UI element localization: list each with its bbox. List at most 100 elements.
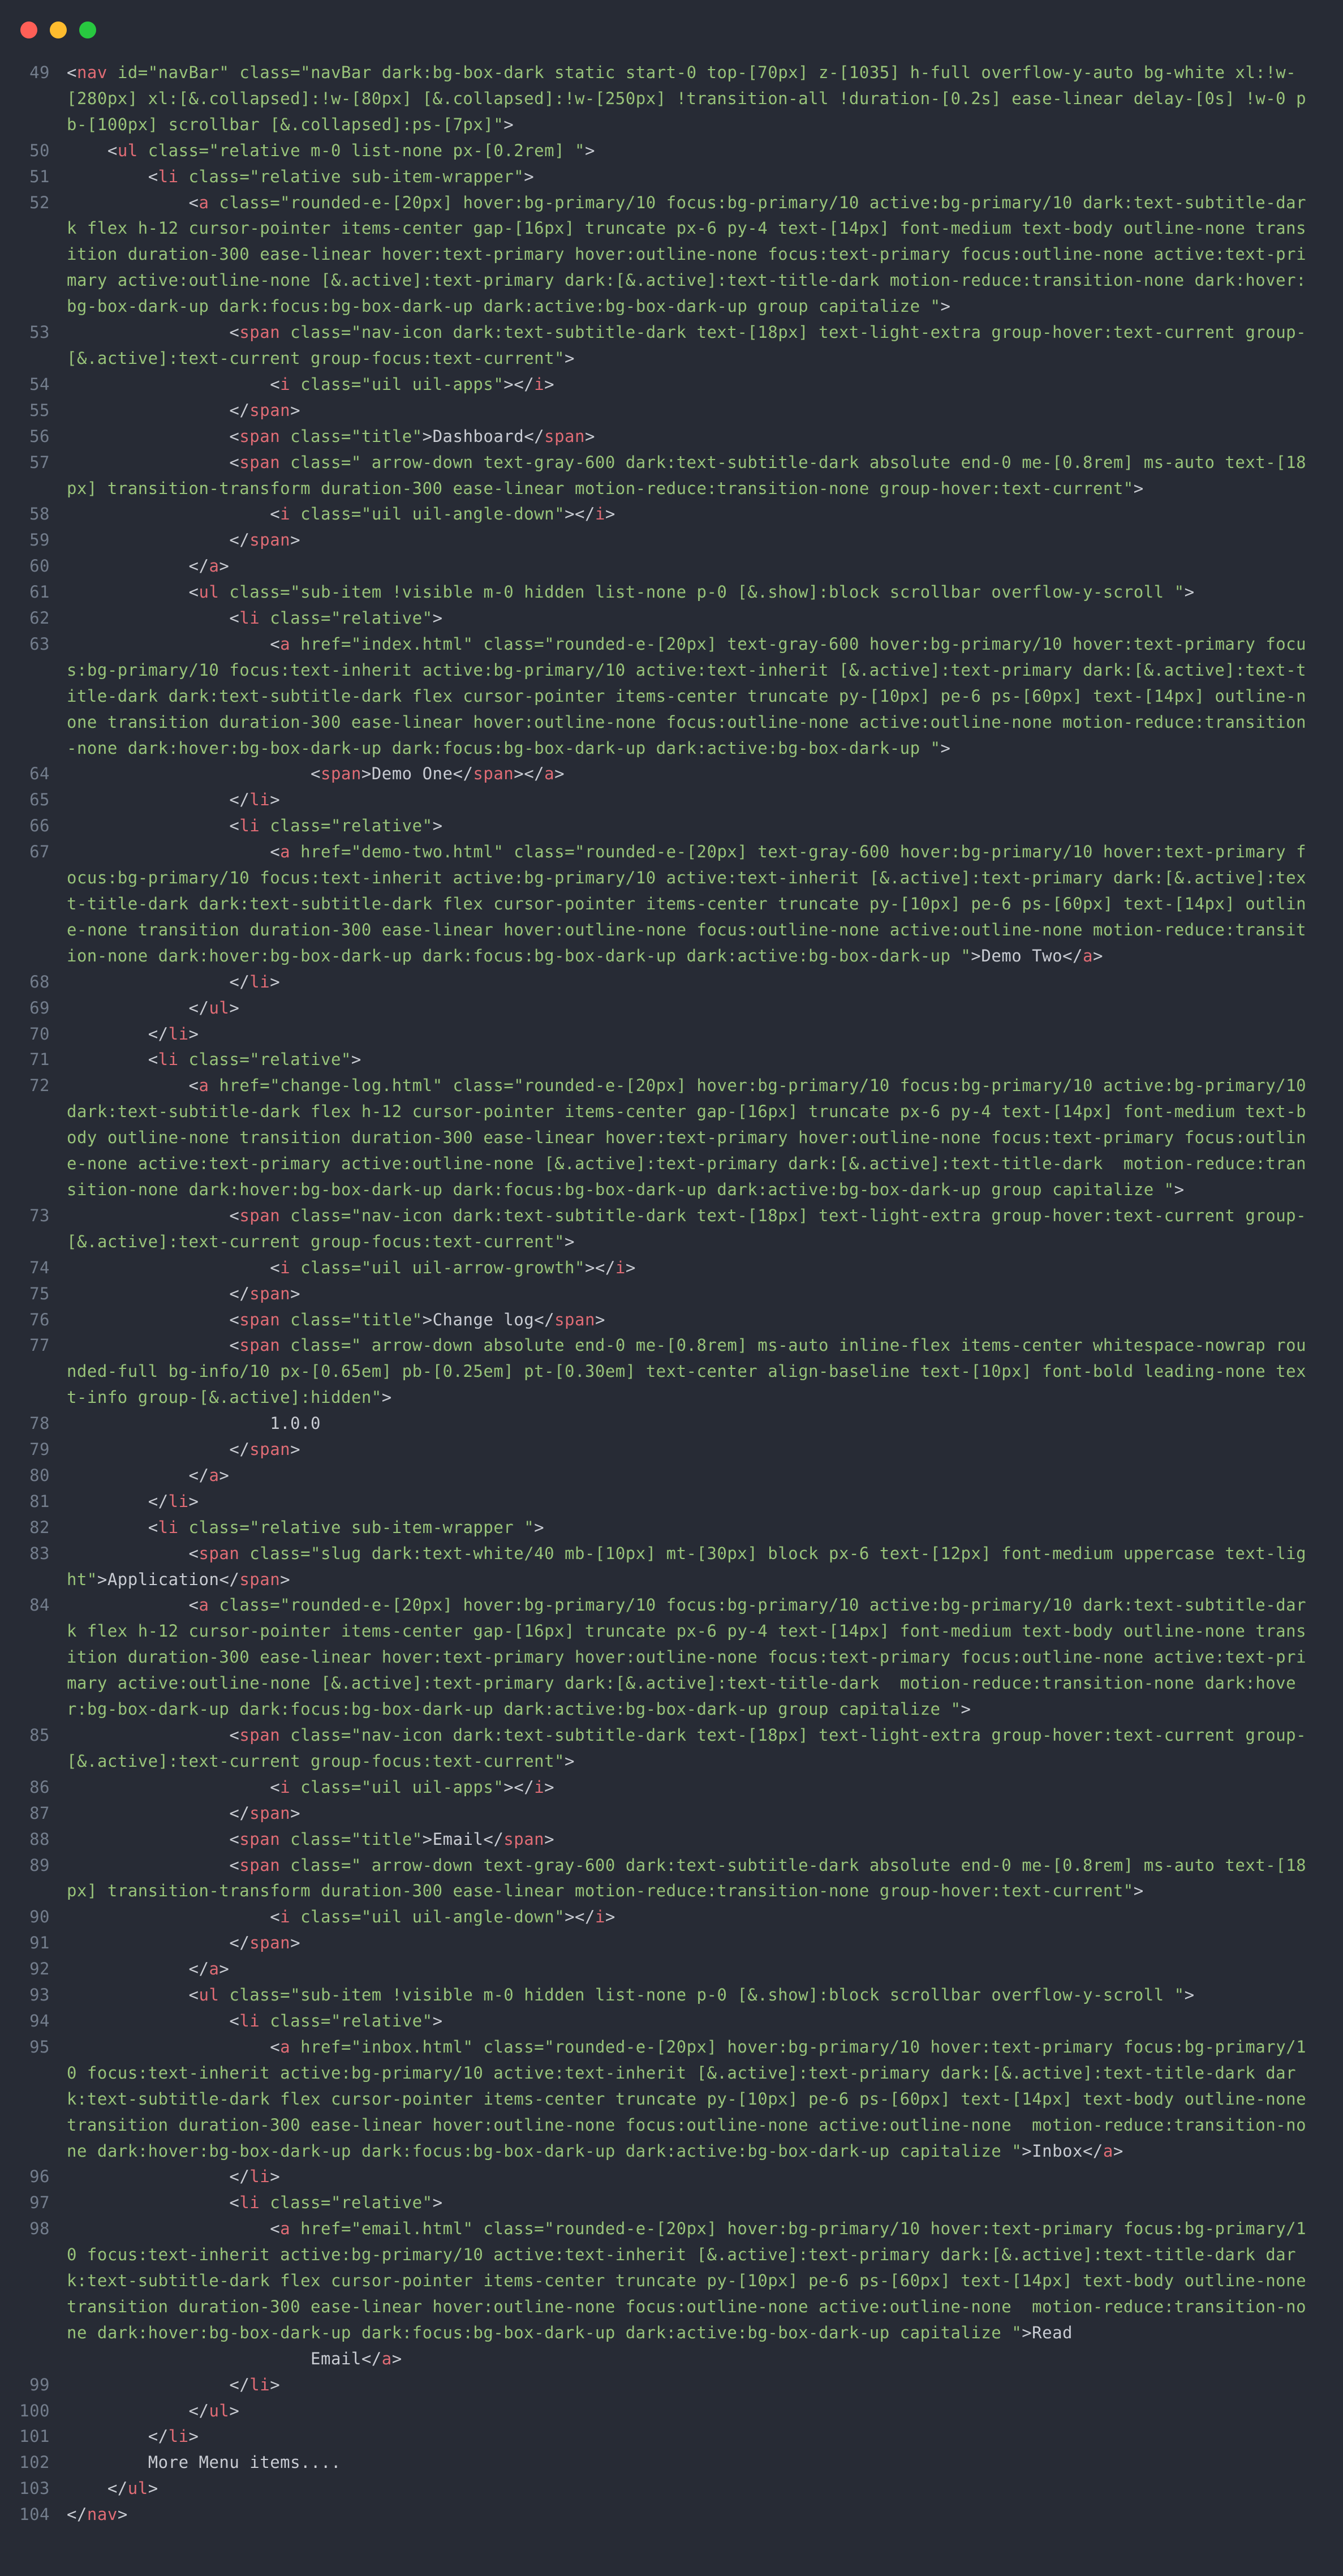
line-number: 101: [19, 2427, 50, 2446]
code-line: 64 <span>Demo One</span></a>: [0, 761, 1343, 787]
code-token: span: [239, 1310, 281, 1329]
code-editor-window: 49 <nav id="navBar" class="navBar dark:bg…: [0, 0, 1343, 2576]
code-token: class=: [260, 2011, 331, 2030]
code-token: >: [432, 816, 443, 836]
code-token: "sub-item !visible m-0 hidden list-none …: [290, 1985, 1185, 2005]
code-token: </: [229, 400, 250, 420]
code-token: "relative": [330, 2193, 433, 2213]
code-token: span: [503, 1829, 545, 1849]
line-source: <span class="nav-icon dark:text-subtitle…: [67, 1203, 1314, 1255]
minimize-window-button[interactable]: [50, 22, 67, 38]
code-token: class=: [280, 323, 351, 342]
line-source: <ul class="sub-item !visible m-0 hidden …: [67, 579, 1314, 606]
line-number: 93: [29, 1985, 50, 2005]
code-token: <: [148, 1050, 158, 1070]
code-token: >: [595, 1310, 605, 1329]
code-token: >: [188, 1491, 199, 1511]
code-token: li: [249, 2375, 270, 2394]
line-source: <i class="uil uil-arrow-growth"></i>: [67, 1255, 1314, 1281]
code-token: href=: [290, 634, 351, 654]
code-token: a: [280, 634, 291, 654]
code-line: 73 <span class="nav-icon dark:text-subti…: [0, 1203, 1343, 1255]
code-token: <: [229, 816, 240, 836]
line-source: <i class="uil uil-angle-down"></i>: [67, 501, 1314, 527]
line-number: 76: [29, 1310, 50, 1329]
code-token: >: [1184, 1985, 1195, 2005]
line-source: <li class="relative">: [67, 2008, 1314, 2034]
code-token: >: [565, 1751, 575, 1771]
line-number: 63: [29, 634, 50, 654]
code-token: ></: [584, 1257, 615, 1277]
code-token: >Change log</: [422, 1310, 555, 1329]
code-token: span: [239, 426, 281, 446]
line-source: </li>: [67, 969, 1314, 995]
line-number: 57: [29, 452, 50, 472]
code-token: >: [940, 297, 951, 316]
code-line: 91 </span>: [0, 1930, 1343, 1956]
code-token: href=: [290, 842, 351, 862]
line-number: 58: [29, 504, 50, 524]
code-token: "relative m-0 list-none px-[0.2rem] ": [209, 140, 585, 160]
code-token: <: [270, 374, 281, 394]
code-token: i: [534, 1777, 545, 1797]
code-token: "relative": [330, 816, 433, 836]
code-view[interactable]: 49 <nav id="navBar" class="navBar dark:bg…: [0, 60, 1343, 2528]
code-token: class=: [137, 140, 209, 160]
code-token: <: [229, 2193, 240, 2213]
code-token: span: [249, 1440, 291, 1459]
code-token: span: [239, 1569, 281, 1589]
code-token: class=: [209, 1595, 281, 1615]
code-token: <: [148, 166, 158, 186]
line-source: </ul>: [67, 995, 1314, 1021]
code-line: 84 <a class="rounded-e-[20px] hover:bg-p…: [0, 1592, 1343, 1723]
line-number: 65: [29, 790, 50, 810]
code-token: "relative": [330, 2011, 433, 2030]
code-token: i: [280, 1257, 291, 1277]
line-number: 85: [29, 1725, 50, 1745]
code-line: 76 <span class="title">Change log</span>: [0, 1307, 1343, 1333]
code-token: li: [239, 816, 260, 836]
code-token: "inbox.html": [351, 2037, 474, 2056]
code-token: </: [229, 1933, 250, 1953]
code-line: 49 <nav id="navBar" class="navBar dark:bg…: [0, 60, 1343, 138]
code-token: >: [544, 1829, 555, 1849]
code-token: class=: [229, 63, 301, 82]
code-line: 68 </li>: [0, 969, 1343, 995]
code-token: <: [229, 426, 240, 446]
code-token: li: [249, 2167, 270, 2187]
code-token: li: [158, 1517, 179, 1537]
line-source: <a href="email.html" class="rounded-e-[2…: [67, 2216, 1314, 2346]
code-token: >: [584, 426, 595, 446]
close-window-button[interactable]: [20, 22, 37, 38]
code-token: class=: [290, 1777, 361, 1797]
code-token: class=: [290, 1907, 361, 1927]
line-number: 103: [19, 2479, 50, 2498]
line-number: 95: [29, 2037, 50, 2056]
code-token: class=: [178, 1050, 250, 1070]
code-token: class=: [442, 1076, 514, 1096]
code-line: 99 </li>: [0, 2372, 1343, 2398]
line-number: 98: [29, 2219, 50, 2239]
code-token: i: [595, 1907, 605, 1927]
line-source: </a>: [67, 553, 1314, 579]
code-token: >: [1174, 1179, 1185, 1199]
code-token: class=: [209, 192, 281, 212]
code-token: <: [229, 1205, 240, 1225]
code-line: 51 <li class="relative sub-item-wrapper"…: [0, 164, 1343, 190]
code-line: 98 <a href="email.html" class="rounded-e…: [0, 2216, 1343, 2346]
code-token: <: [270, 504, 281, 524]
code-line: 62 <li class="relative">: [0, 606, 1343, 632]
code-token: >: [565, 348, 575, 368]
code-token: span: [239, 1205, 281, 1225]
maximize-window-button[interactable]: [79, 22, 96, 38]
code-token: >: [290, 1440, 301, 1459]
line-number: [0, 2346, 67, 2372]
code-line: 67 <a href="demo-two.html" class="rounde…: [0, 839, 1343, 969]
line-number: 53: [29, 323, 50, 342]
window-titlebar: [0, 0, 1343, 60]
code-line: 55 </span>: [0, 398, 1343, 424]
line-number: 79: [29, 1440, 50, 1459]
line-source: </span>: [67, 1801, 1314, 1827]
code-token: </: [229, 2167, 250, 2187]
code-line: 102 More Menu items....: [0, 2450, 1343, 2476]
